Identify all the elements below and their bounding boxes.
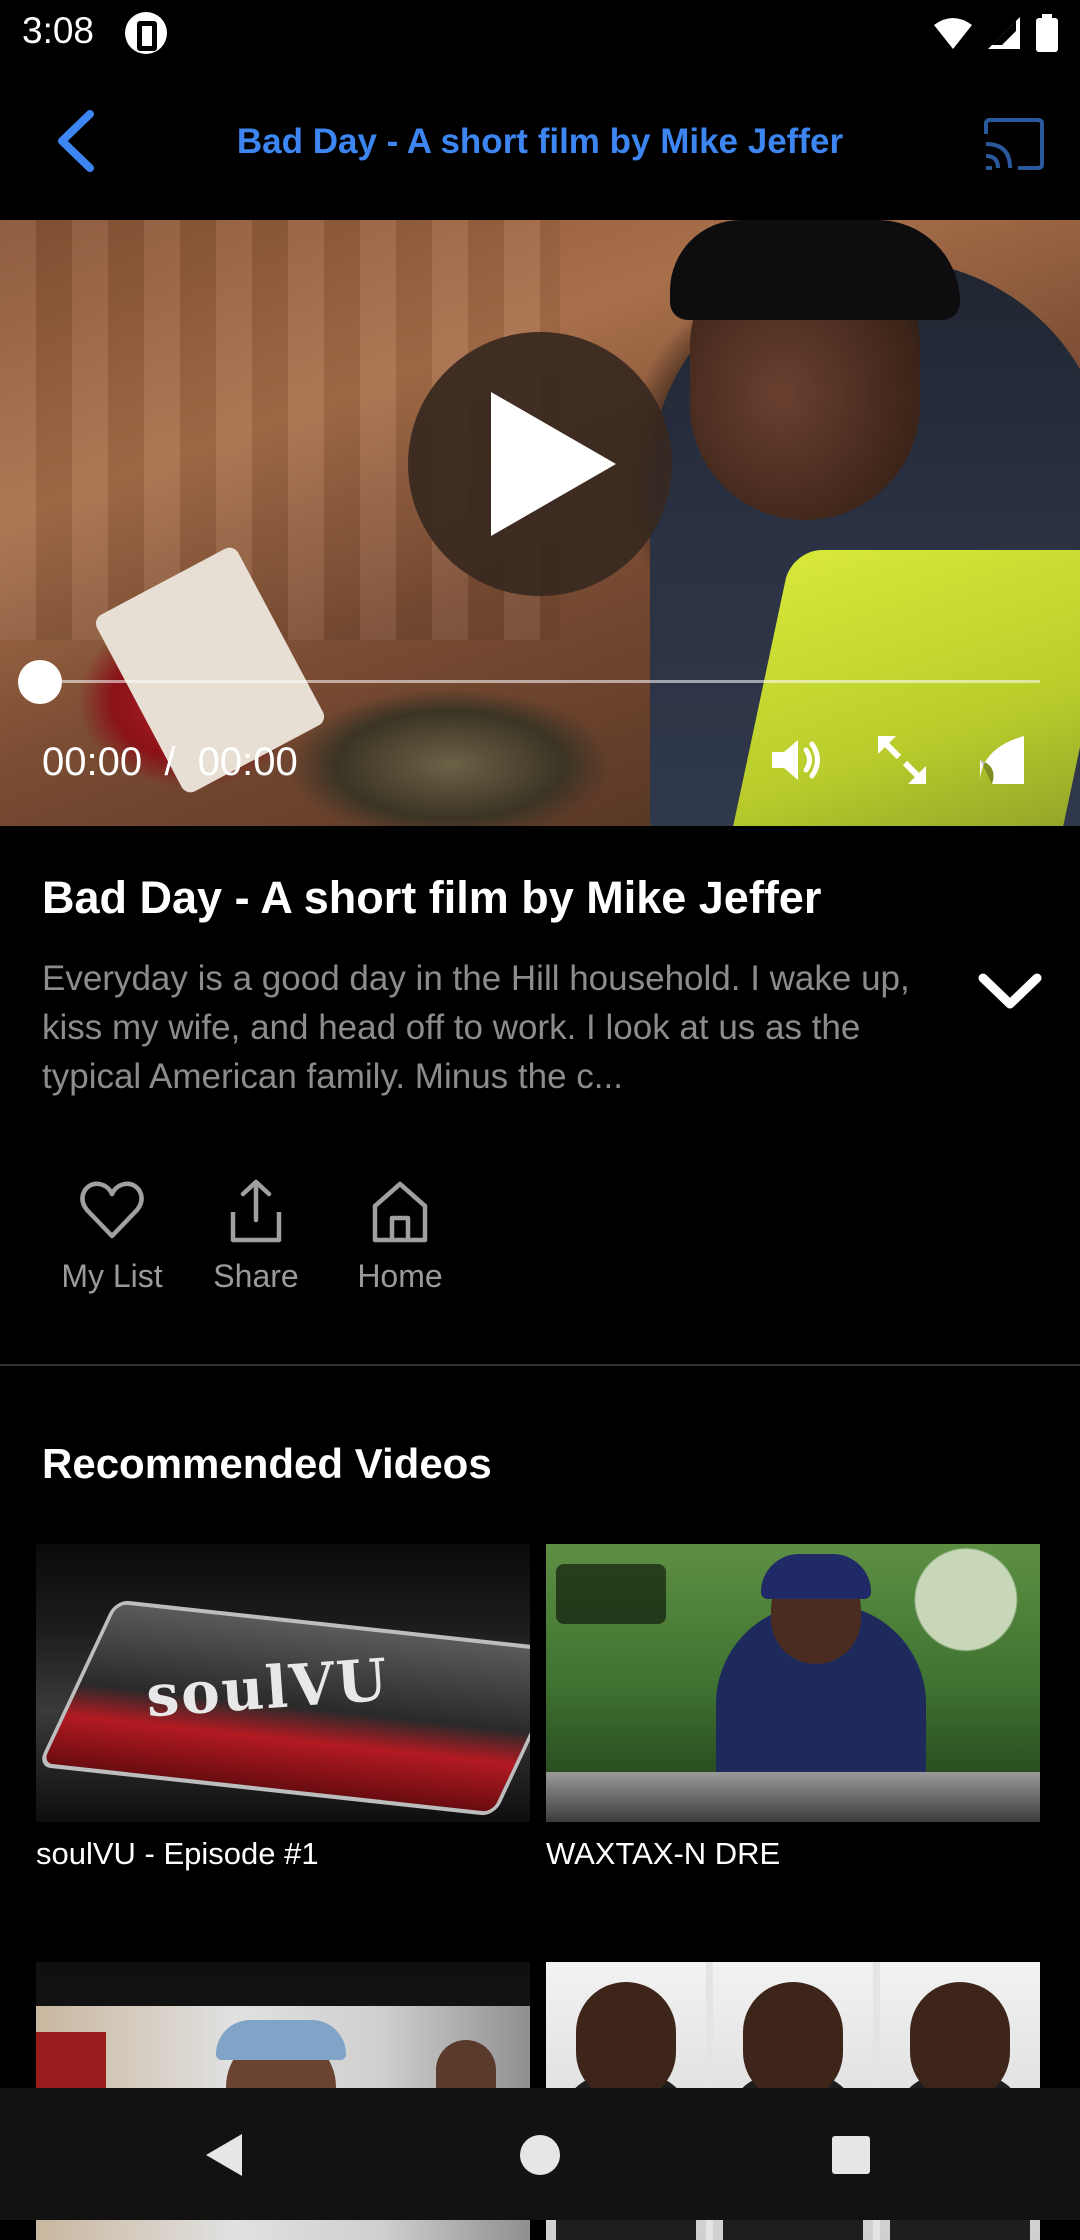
nav-back-icon[interactable] <box>200 2130 250 2180</box>
notification-icon <box>125 12 167 54</box>
video-player[interactable]: 00:00 / 00:00 <box>0 220 1080 826</box>
app-bar-title: Bad Day - A short film by Mike Jeffer <box>236 122 844 161</box>
recommended-heading: Recommended Videos <box>42 1440 492 1487</box>
thumb-cap <box>216 2020 346 2060</box>
cast-icon[interactable] <box>980 116 1046 172</box>
section-divider <box>0 1364 1080 1366</box>
wifi-icon <box>934 18 972 49</box>
back-arrow-icon[interactable] <box>48 106 108 176</box>
video-description: Everyday is a good day in the Hill house… <box>42 959 910 1096</box>
seek-thumb[interactable] <box>18 660 62 704</box>
video-frame-beanie <box>670 220 960 320</box>
signal-icon <box>988 17 1020 49</box>
recommended-card[interactable]: WAXTAX-N DRE <box>546 1544 1040 1872</box>
nav-recents-icon[interactable] <box>826 2130 876 2180</box>
system-nav-bar <box>0 2088 1080 2220</box>
share-label: Share <box>213 1258 299 1294</box>
volume-icon[interactable] <box>766 730 826 790</box>
battery-icon <box>1036 14 1058 52</box>
my-list-label: My List <box>61 1258 163 1294</box>
share-button[interactable]: Share <box>184 1176 328 1295</box>
home-label: Home <box>357 1258 443 1294</box>
chromecast-player-icon[interactable] <box>976 730 1036 790</box>
thumb-logo <box>556 1564 666 1624</box>
video-thumbnail[interactable] <box>546 1544 1040 1822</box>
heart-icon <box>80 1181 144 1239</box>
thumb-person <box>576 1982 676 2102</box>
my-list-button[interactable]: My List <box>40 1176 184 1295</box>
status-bar: 3:08 <box>0 0 1080 66</box>
home-icon <box>372 1181 428 1243</box>
status-icons <box>934 12 1058 54</box>
video-title: Bad Day - A short film by Mike Jeffer <box>42 872 822 923</box>
thumb-turntables <box>546 1772 1040 1822</box>
status-time: 3:08 <box>22 10 95 51</box>
chevron-down-icon[interactable] <box>975 962 1045 1022</box>
thumb-dj-cap <box>761 1554 871 1599</box>
video-thumbnail[interactable]: soulVU <box>36 1544 530 1822</box>
video-title-label: WAXTAX-N DRE <box>546 1836 781 1871</box>
play-button[interactable] <box>408 332 672 596</box>
time-display: 00:00 / 00:00 <box>42 740 298 784</box>
video-info: Bad Day - A short film by Mike Jeffer Ev… <box>0 826 1080 1366</box>
thumb-person <box>743 1982 843 2102</box>
recommended-card[interactable]: soulVU soulVU - Episode #1 <box>36 1544 530 1872</box>
app-bar: Bad Day - A short film by Mike Jeffer <box>0 66 1080 220</box>
video-title-label: soulVU - Episode #1 <box>36 1836 319 1871</box>
home-button[interactable]: Home <box>328 1176 472 1295</box>
seek-bar[interactable] <box>40 680 1040 683</box>
action-row: My List Share Home <box>40 1176 472 1295</box>
thumb-person <box>910 1982 1010 2102</box>
nav-home-icon[interactable] <box>515 2130 565 2180</box>
fullscreen-icon[interactable] <box>872 730 932 790</box>
thumb-banner <box>36 2032 106 2092</box>
share-icon <box>230 1179 282 1243</box>
